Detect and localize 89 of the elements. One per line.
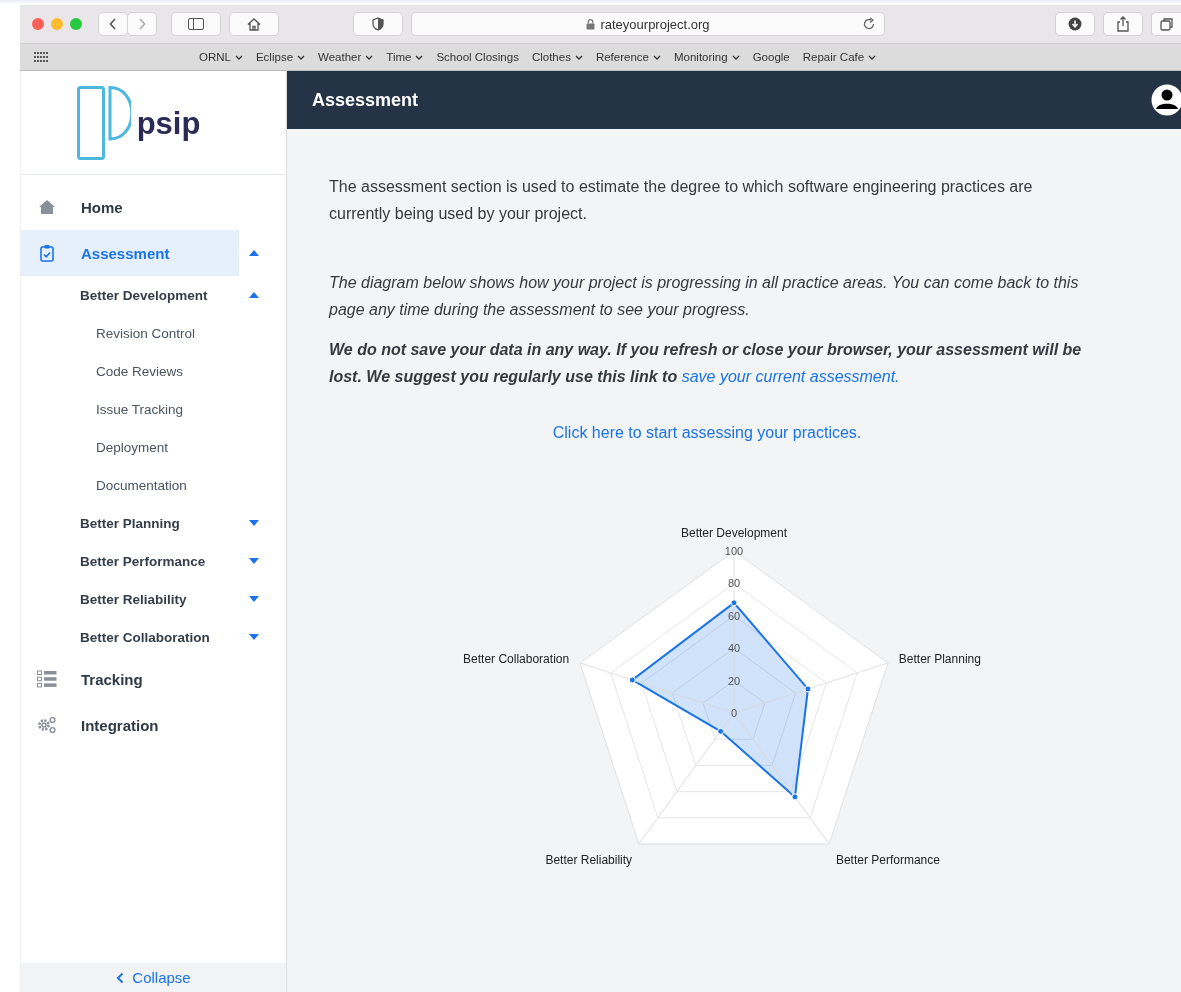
data-point — [717, 727, 725, 735]
caret-down-icon[interactable] — [249, 557, 259, 565]
gears-icon — [37, 716, 57, 734]
data-point — [628, 676, 636, 684]
bookmark-item[interactable]: Google — [752, 51, 790, 63]
sidebar-button[interactable] — [171, 12, 221, 36]
shield-icon — [372, 17, 384, 31]
download-button[interactable] — [1055, 12, 1095, 36]
caret-down-icon[interactable] — [249, 595, 259, 603]
share-icon — [1116, 16, 1130, 32]
tick-label: 20 — [727, 674, 741, 687]
sidebar-item[interactable]: Revision Control — [21, 314, 239, 352]
bookmark-item[interactable]: Clothes — [531, 51, 583, 63]
bookmark-item[interactable]: School Closings — [436, 51, 519, 63]
sidebar-item[interactable]: Better Reliability — [21, 580, 239, 618]
close-icon[interactable] — [32, 18, 44, 30]
sidebar-item[interactable]: Better Development — [21, 276, 239, 314]
share-button[interactable] — [1103, 12, 1143, 36]
home-button[interactable] — [229, 12, 279, 36]
clipboard-check-icon — [40, 244, 54, 262]
chevron-down-icon — [365, 54, 374, 60]
tick-label: 0 — [730, 707, 738, 719]
download-icon — [1068, 17, 1082, 31]
sidebar-item[interactable]: Home — [21, 184, 239, 230]
axis-label: Better Performance — [835, 853, 940, 868]
home-icon — [38, 199, 56, 215]
lock-icon — [586, 18, 596, 30]
tabs-button[interactable] — [1151, 12, 1181, 36]
start-link[interactable]: Click here to start assessing your practices. — [552, 424, 862, 441]
bookmark-item[interactable]: Monitoring — [673, 51, 740, 63]
chevron-left-icon — [109, 18, 117, 30]
tick-label: 80 — [727, 577, 741, 590]
logo-text: psip — [136, 105, 201, 142]
diagram-note: The diagram below shows how your project is progressing in all practice areas. You can come back to this page any time during the assessment to see your progress. — [329, 273, 1080, 320]
chevron-right-icon — [138, 18, 146, 30]
chevron-down-icon — [868, 54, 877, 60]
bookmark-item[interactable]: Repair Cafe — [802, 51, 877, 63]
apps-grid-icon[interactable] — [34, 52, 49, 62]
caret-up-icon[interactable] — [249, 291, 259, 299]
bookmark-item[interactable]: Weather — [318, 51, 374, 63]
page-title: Assessment — [312, 89, 419, 111]
caret-down-icon[interactable] — [249, 633, 259, 641]
axis-label: Better Planning — [898, 652, 981, 667]
user-avatar-icon[interactable] — [1151, 84, 1181, 116]
caret-up-icon[interactable] — [249, 249, 259, 257]
sidebar-item[interactable]: Better Planning — [21, 504, 239, 542]
sidebar-item[interactable]: Integration — [21, 702, 239, 748]
sidebar-item[interactable]: Code Reviews — [21, 352, 239, 390]
url-text: rateyourproject.org — [600, 16, 710, 32]
caret-down-icon[interactable] — [249, 519, 259, 527]
bookmark-item[interactable]: Time — [386, 51, 424, 63]
back-button[interactable] — [98, 12, 128, 36]
logo-icon — [76, 85, 131, 160]
reload-icon[interactable] — [862, 17, 876, 31]
chevron-left-icon — [116, 971, 125, 984]
chevron-down-icon — [234, 54, 243, 60]
house-icon — [247, 17, 261, 31]
address-field[interactable]: rateyourproject.org — [411, 12, 885, 36]
intro-text: The assessment section is used to estimate the degree to which software engineering practices are currently being used by your project. — [329, 177, 1034, 224]
bookmark-item[interactable]: Reference — [595, 51, 661, 63]
chevron-down-icon — [297, 54, 306, 60]
chevron-down-icon — [731, 54, 740, 60]
tabs-icon — [1159, 17, 1174, 31]
chevron-down-icon — [574, 54, 583, 60]
warning-text: We do not save your data in any way. If you refresh or close your browser, your assessment will be lost. We suggest you regularly use this link to save your current assessment. — [329, 340, 1083, 387]
axis-label: Better Development — [680, 525, 788, 540]
collapse-button[interactable]: Collapse — [21, 963, 286, 992]
tick-label: 60 — [727, 609, 741, 622]
chevron-down-icon — [652, 54, 661, 60]
axis-label: Better Collaboration — [463, 652, 570, 667]
bookmark-item[interactable]: ORNL — [199, 51, 243, 63]
save-link[interactable]: save your current assessment. — [681, 368, 900, 385]
data-point — [804, 685, 812, 693]
axis-label: Better Reliability — [545, 853, 633, 868]
privacy-button[interactable] — [353, 12, 403, 36]
sidebar-item[interactable]: Documentation — [21, 466, 239, 504]
sidebar-item[interactable]: Better Performance — [21, 542, 239, 580]
sidebar-item[interactable]: Issue Tracking — [21, 390, 239, 428]
chevron-down-icon — [415, 54, 424, 60]
tick-label: 100 — [724, 545, 744, 557]
sidebar-item[interactable]: Better Collaboration — [21, 618, 239, 656]
sidebar-item[interactable]: Tracking — [21, 656, 239, 702]
sidebar-icon — [188, 18, 204, 30]
data-point — [730, 599, 738, 607]
tick-label: 40 — [727, 642, 741, 655]
bookmark-item[interactable]: Eclipse — [255, 51, 306, 63]
sidebar-item[interactable]: Deployment — [21, 428, 239, 466]
checklist-icon — [37, 670, 57, 688]
data-point — [791, 793, 799, 801]
